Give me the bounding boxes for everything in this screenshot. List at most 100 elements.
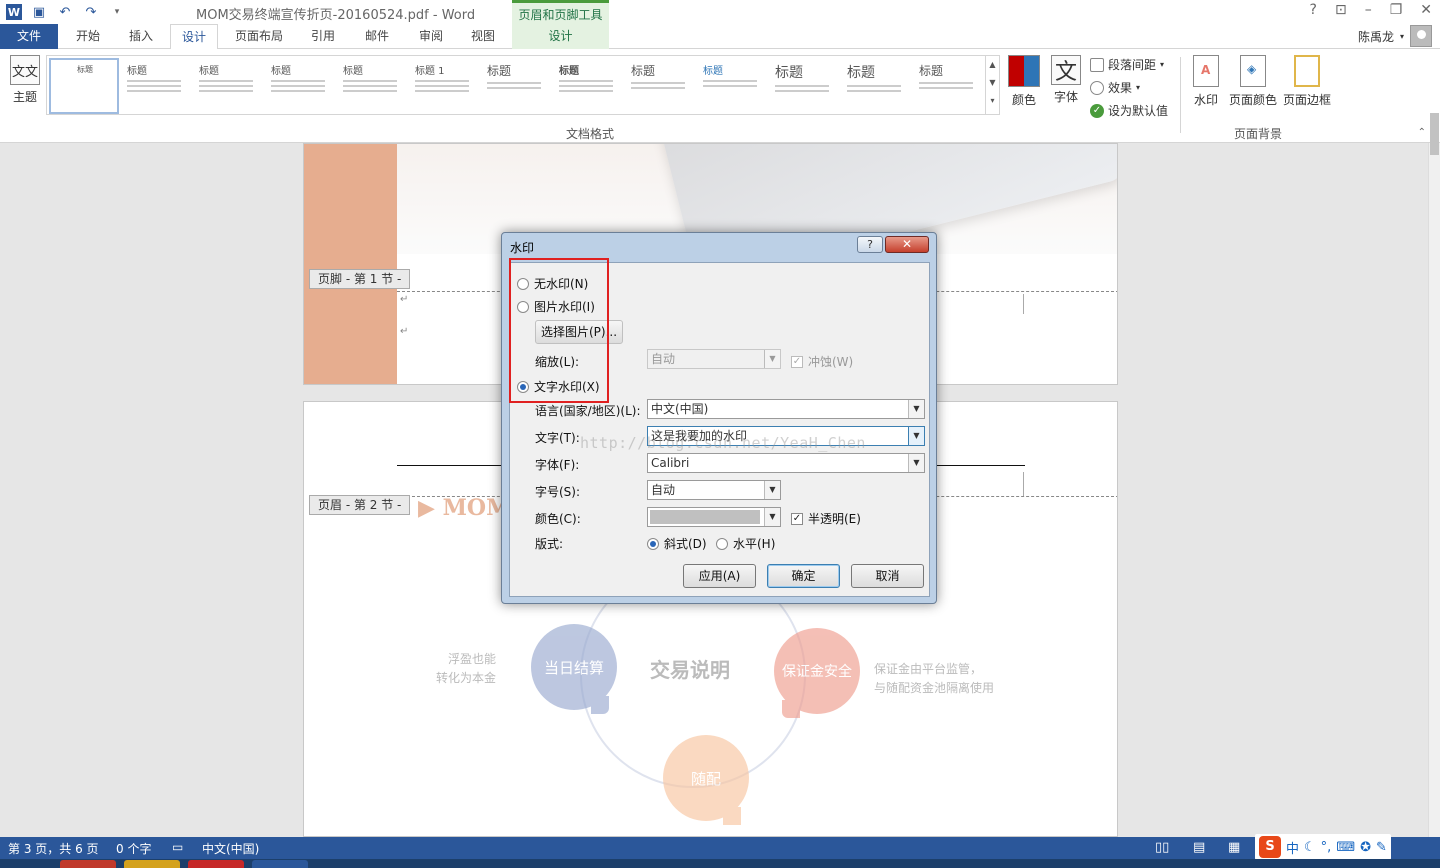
style-set-item[interactable]: 标题 — [337, 58, 407, 114]
style-set-item[interactable]: 标题 — [193, 58, 263, 114]
text-line — [271, 80, 325, 82]
apply-button[interactable]: 应用(A) — [683, 564, 756, 588]
language-status[interactable]: 中文(中国) — [202, 840, 259, 857]
style-set-item[interactable]: 标题 — [697, 58, 767, 114]
set-as-default-button[interactable]: ✓ 设为默认值 — [1090, 101, 1168, 120]
text-line — [559, 80, 613, 82]
proofing-icon[interactable]: ▭ — [172, 840, 183, 854]
style-set-item[interactable]: 标题 1 — [409, 58, 479, 114]
dialog-close-button[interactable]: ✕ — [885, 236, 929, 253]
word-count[interactable]: 0 个字 — [116, 840, 151, 857]
themes-button[interactable]: 文文 主题 — [6, 55, 44, 119]
size-select[interactable]: 自动 ▼ — [647, 480, 781, 500]
gallery-scroll[interactable]: ▲ ▼ ▾ — [985, 56, 999, 114]
bubble-daily-settlement: 当日结算 — [531, 624, 617, 714]
close-window-icon[interactable]: ✕ — [1420, 2, 1432, 18]
watermark-button[interactable]: A 水印 — [1190, 55, 1222, 108]
page-color-button[interactable]: ◈ 页面颜色 — [1228, 55, 1278, 108]
style-set-item[interactable]: 标题 — [553, 58, 623, 114]
diagonal-radio[interactable] — [647, 537, 659, 550]
style-set-item[interactable]: 标题 — [265, 58, 335, 114]
semi-transparent-checkbox[interactable]: ✓ — [791, 512, 803, 525]
vertical-scrollbar[interactable] — [1428, 113, 1440, 837]
style-set-item[interactable]: 标题 — [481, 58, 551, 114]
bubble-margin-safety: 保证金安全 — [774, 628, 860, 718]
horizontal-radio[interactable] — [716, 537, 728, 550]
layout-label: 版式: — [535, 537, 564, 551]
ime-toolbar[interactable]: S 中 ☾ °, ⌨ ✪ ✎ — [1255, 834, 1391, 860]
gallery-up-icon[interactable]: ▲ — [986, 56, 999, 74]
user-account[interactable]: 陈禹龙 ▾ — [1358, 25, 1432, 47]
scroll-thumb[interactable] — [1430, 113, 1439, 155]
ok-button[interactable]: 确定 — [767, 564, 840, 588]
header-section-tag: 页眉 - 第 2 节 - — [309, 495, 411, 515]
tools-icon[interactable]: ✎ — [1376, 840, 1387, 855]
font-select[interactable]: Calibri ▼ — [647, 453, 925, 473]
style-set-item[interactable]: 标题 — [769, 58, 839, 114]
text-line — [343, 80, 397, 82]
customize-qat-icon[interactable]: ▾ — [108, 3, 126, 21]
web-layout-icon[interactable]: ▦ — [1228, 840, 1240, 855]
redo-icon[interactable]: ↷ — [82, 3, 100, 21]
style-set-item[interactable]: 标题 — [841, 58, 911, 114]
diagonal-option[interactable]: 斜式(D) — [647, 535, 707, 552]
read-mode-icon[interactable]: ▯▯ — [1155, 840, 1169, 855]
tab-view[interactable]: 视图 — [460, 24, 506, 49]
style-set-item[interactable]: 标题 — [913, 58, 983, 114]
collapse-ribbon-icon[interactable]: ⌃ — [1418, 127, 1426, 138]
minimize-icon[interactable]: – — [1365, 2, 1372, 18]
horizontal-option[interactable]: 水平(H) — [716, 535, 775, 552]
save-icon[interactable]: ▣ — [30, 3, 48, 21]
tab-home[interactable]: 开始 — [66, 24, 110, 49]
punctuation-icon[interactable]: °, — [1321, 840, 1332, 855]
tab-header-footer-design[interactable]: 设计 — [512, 24, 609, 49]
gallery-more-icon[interactable]: ▾ — [986, 92, 999, 110]
effects-button[interactable]: 效果 ▾ — [1090, 78, 1168, 97]
taskbar-app-button[interactable] — [124, 860, 180, 868]
taskbar-app-button[interactable] — [188, 860, 244, 868]
document-title: MOM交易终端宣传折页-20160524.pdf - Word — [196, 8, 476, 23]
paragraph-spacing-button[interactable]: 段落间距 ▾ — [1090, 55, 1168, 74]
skin-icon[interactable]: ✪ — [1360, 840, 1371, 855]
tab-design[interactable]: 设计 — [170, 24, 218, 50]
semi-transparent-option[interactable]: ✓ 半透明(E) — [791, 510, 861, 527]
taskbar-app-button[interactable] — [252, 860, 308, 868]
style-set-item[interactable]: 标题 — [121, 58, 191, 114]
page-borders-button[interactable]: 页面边框 — [1282, 55, 1332, 108]
moon-icon[interactable]: ☾ — [1304, 840, 1316, 855]
tab-file[interactable]: 文件 — [0, 24, 58, 49]
status-bar: 第 3 页，共 6 页 0 个字 ▭ 中文(中国) ▯▯ ▤ ▦ — [0, 837, 1440, 859]
text-line — [415, 85, 469, 87]
language-select[interactable]: 中文(中国) ▼ — [647, 399, 925, 419]
colors-button[interactable]: 颜色 — [1008, 55, 1040, 108]
color-select[interactable]: ▼ — [647, 507, 781, 527]
style-set-item[interactable]: 标题 — [49, 58, 119, 114]
ime-mode[interactable]: 中 — [1286, 838, 1299, 857]
cancel-button[interactable]: 取消 — [851, 564, 924, 588]
scale-select[interactable]: 自动 ▼ — [647, 349, 781, 369]
tab-insert[interactable]: 插入 — [118, 24, 164, 49]
page-count[interactable]: 第 3 页，共 6 页 — [8, 840, 99, 857]
keyboard-icon[interactable]: ⌨ — [1336, 840, 1355, 855]
tab-references[interactable]: 引用 — [300, 24, 346, 49]
tab-review[interactable]: 审阅 — [408, 24, 454, 49]
avatar[interactable] — [1410, 25, 1432, 47]
tab-mailings[interactable]: 邮件 — [354, 24, 400, 49]
help-icon[interactable]: ? — [1310, 2, 1317, 18]
text-line — [631, 82, 685, 84]
undo-icon[interactable]: ↶ — [56, 3, 74, 21]
ribbon-display-icon[interactable]: ⊡ — [1335, 2, 1347, 18]
color-label: 颜色(C): — [535, 512, 581, 526]
group-label-page-background: 页面背景 — [1234, 127, 1283, 141]
dialog-help-button[interactable]: ? — [857, 236, 883, 253]
washout-checkbox[interactable]: ✓ — [791, 355, 803, 368]
print-layout-icon[interactable]: ▤ — [1193, 840, 1205, 855]
tab-page-layout[interactable]: 页面布局 — [226, 24, 292, 49]
restore-icon[interactable]: ❐ — [1390, 2, 1403, 18]
style-set-item[interactable]: 标题 — [625, 58, 695, 114]
fonts-button[interactable]: 文 字体 — [1050, 55, 1082, 105]
taskbar-app-button[interactable] — [60, 860, 116, 868]
washout-option[interactable]: ✓ 冲蚀(W) — [791, 353, 853, 370]
gallery-down-icon[interactable]: ▼ — [986, 74, 999, 92]
check-icon: ✓ — [1090, 103, 1104, 118]
